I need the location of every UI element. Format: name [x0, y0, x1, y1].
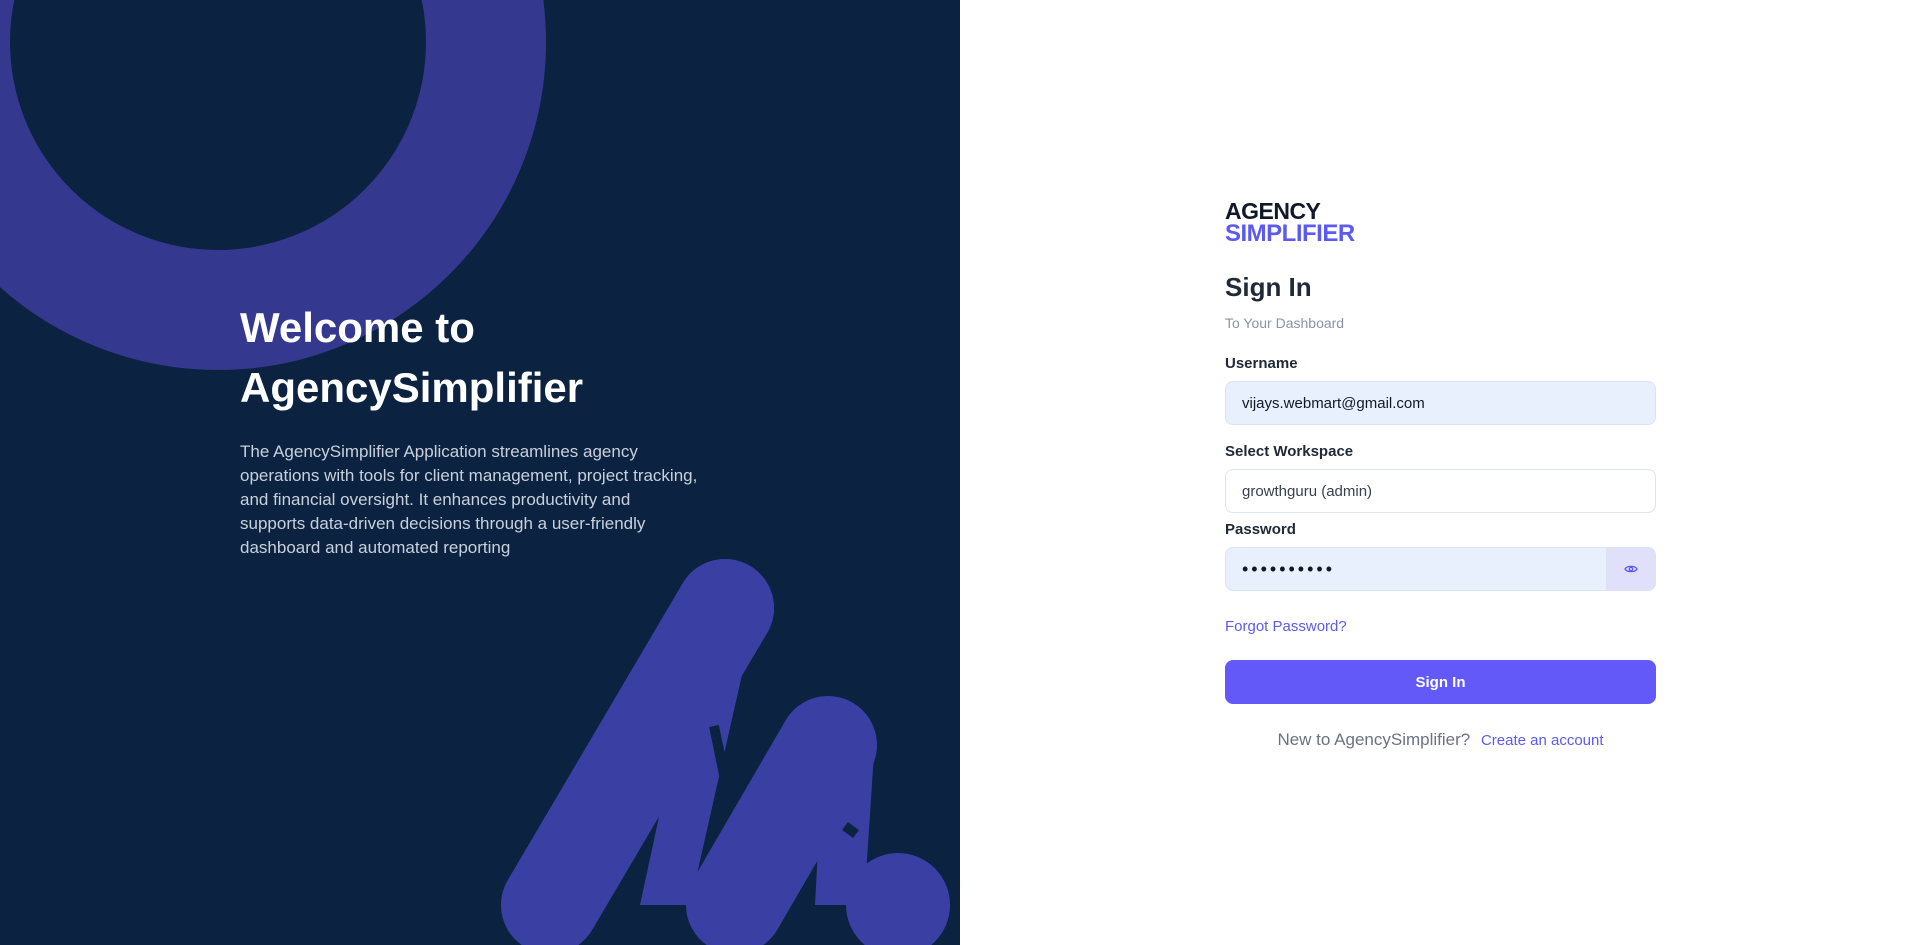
- hero-panel: Welcome to AgencySimplifier The AgencySi…: [0, 0, 960, 945]
- create-account-row: New to AgencySimplifier? Create an accou…: [1225, 730, 1656, 750]
- password-label: Password: [1225, 521, 1296, 538]
- decorative-cut-2: [842, 821, 859, 839]
- workspace-label: Select Workspace: [1225, 443, 1354, 460]
- agency-simplifier-logo: AGENCY SIMPLIFIER: [1225, 200, 1656, 246]
- page-title: Sign In: [1225, 272, 1312, 302]
- welcome-title-line2: AgencySimplifier: [240, 364, 584, 411]
- signin-form: AGENCY SIMPLIFIER Sign In To Your Dashbo…: [1225, 200, 1656, 750]
- page-subtitle: To Your Dashboard: [1225, 315, 1345, 331]
- signin-panel: AGENCY SIMPLIFIER Sign In To Your Dashbo…: [960, 0, 1920, 945]
- password-field: ••••••••••: [1225, 547, 1656, 591]
- welcome-title: Welcome to AgencySimplifier: [240, 298, 700, 418]
- workspace-select[interactable]: growthguru (admin): [1225, 469, 1656, 513]
- signin-button[interactable]: Sign In: [1225, 660, 1656, 704]
- welcome-section: Welcome to AgencySimplifier The AgencySi…: [240, 298, 700, 560]
- new-user-prompt: New to AgencySimplifier?: [1277, 730, 1471, 749]
- welcome-description: The AgencySimplifier Application streaml…: [240, 442, 698, 557]
- welcome-title-line1: Welcome to: [240, 304, 475, 351]
- decorative-m-shape: [501, 559, 950, 945]
- eye-icon: [1624, 565, 1638, 573]
- forgot-password-link[interactable]: Forgot Password?: [1225, 618, 1347, 635]
- show-password-button[interactable]: [1606, 547, 1656, 591]
- password-input[interactable]: ••••••••••: [1225, 547, 1606, 591]
- create-account-link[interactable]: Create an account: [1481, 732, 1604, 749]
- username-label: Username: [1225, 355, 1298, 372]
- decorative-ring: [0, 0, 546, 370]
- logo-line2: SIMPLIFIER: [1225, 220, 1355, 247]
- username-input[interactable]: vijays.webmart@gmail.com: [1225, 381, 1656, 425]
